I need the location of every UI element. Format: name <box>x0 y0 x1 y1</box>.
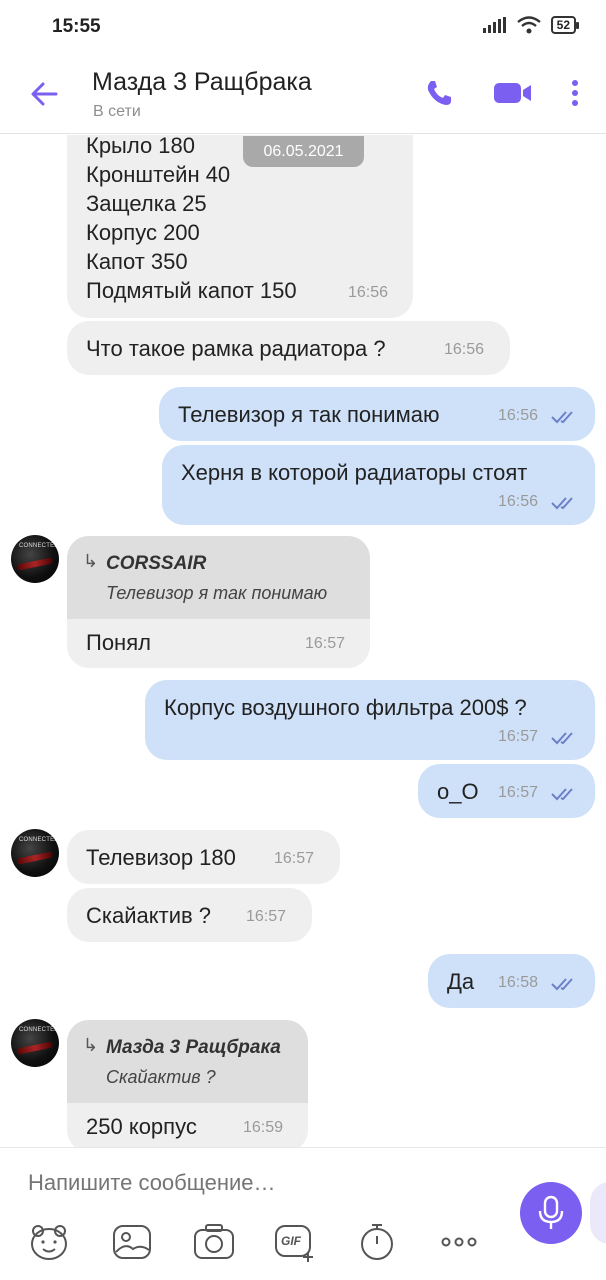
message-line: Корпус 200 <box>86 220 200 245</box>
message-bubble[interactable]: Корпус воздушного фильтра 200$ ? 16:57 <box>145 680 595 760</box>
message-bubble[interactable]: ↳ CORSSAIR Телевизор я так понимаю Понял… <box>67 536 370 668</box>
timer-icon[interactable] <box>356 1222 398 1262</box>
chat-header: Мазда 3 Ращбрака В сети <box>0 54 606 134</box>
message-input[interactable] <box>28 1170 488 1196</box>
quoted-author: CORSSAIR <box>106 553 207 574</box>
quoted-author: Мазда 3 Ращбрака <box>106 1037 281 1058</box>
message-bubble[interactable]: Что такое рамка радиатора ? 16:56 <box>67 321 510 375</box>
quoted-text: Телевизор я так понимаю <box>106 583 328 603</box>
reply-arrow-icon: ↳ <box>83 1035 99 1055</box>
avatar-label: CONNECTED <box>19 837 59 843</box>
gif-icon[interactable]: GIF <box>274 1222 316 1262</box>
avatar[interactable]: CONNECTED <box>11 535 59 583</box>
contact-status: В сети <box>93 103 141 120</box>
composer: GIF <box>0 1147 606 1280</box>
mic-button[interactable] <box>520 1182 582 1244</box>
message-line: Крыло 180 <box>86 135 196 158</box>
more-horiz-icon[interactable] <box>438 1222 480 1262</box>
message-time: 16:57 <box>498 728 539 745</box>
message-bubble[interactable]: о_О 16:57 <box>418 764 595 818</box>
message-time: 16:56 <box>498 407 539 424</box>
status-icons: 52 <box>482 16 580 34</box>
message-time: 16:57 <box>305 635 346 652</box>
message-bubble[interactable]: Херня в которой радиаторы стоят 16:56 <box>162 445 595 525</box>
mic-icon <box>538 1195 564 1229</box>
read-ticks-icon <box>551 788 573 801</box>
status-time: 15:55 <box>52 16 101 37</box>
avatar-label: CONNECTED <box>19 1027 59 1033</box>
gif-label: GIF <box>281 1234 301 1248</box>
message-text: Телевизор я так понимаю <box>178 402 440 427</box>
message-bubble[interactable]: Телевизор я так понимаю 16:56 <box>159 387 595 441</box>
signal-icon <box>482 17 506 33</box>
message-time: 16:56 <box>498 493 539 510</box>
message-line: Подмятый капот 150 <box>86 278 297 303</box>
message-line: Капот 350 <box>86 249 188 274</box>
message-text: 250 корпус <box>86 1114 197 1139</box>
message-text: Скайактив ? <box>86 903 212 928</box>
date-separator: 06.05.2021 <box>243 136 364 167</box>
message-bubble[interactable]: Да 16:58 <box>428 954 595 1008</box>
gallery-icon[interactable] <box>111 1222 153 1262</box>
message-text: Телевизор 180 <box>86 845 236 870</box>
quoted-message[interactable]: ↳ CORSSAIR Телевизор я так понимаю <box>67 536 370 619</box>
message-text: о_О <box>437 779 479 804</box>
quoted-message[interactable]: ↳ Мазда 3 Ращбрака Скайактив ? <box>67 1020 308 1103</box>
message-time: 16:56 <box>444 341 485 358</box>
message-time: 16:57 <box>274 850 315 867</box>
message-line: Защелка 25 <box>86 191 207 216</box>
read-ticks-icon <box>551 732 573 745</box>
reply-arrow-icon: ↳ <box>83 551 99 571</box>
message-text: Что такое рамка радиатора ? <box>86 336 386 361</box>
message-time: 16:56 <box>348 284 389 301</box>
avatar[interactable]: CONNECTED <box>11 829 59 877</box>
message-time: 16:59 <box>243 1119 284 1136</box>
battery-icon: 52 <box>550 16 580 34</box>
message-text: Понял <box>86 630 151 655</box>
status-bar: 15:55 52 <box>0 0 606 54</box>
message-text: Херня в которой радиаторы стоят <box>181 460 528 485</box>
avatar-label: CONNECTED <box>19 543 59 549</box>
sticker-icon[interactable] <box>28 1222 70 1262</box>
wifi-icon <box>516 16 541 34</box>
camera-icon[interactable] <box>193 1222 235 1262</box>
message-time: 16:57 <box>246 908 287 925</box>
read-ticks-icon <box>551 978 573 991</box>
read-ticks-icon <box>551 411 573 424</box>
message-text: Корпус воздушного фильтра 200$ ? <box>164 695 527 720</box>
back-arrow-icon[interactable] <box>26 76 62 112</box>
message-list[interactable]: Крыло 180 Кронштейн 40 Защелка 25 Корпус… <box>0 135 606 1147</box>
contact-name[interactable]: Мазда 3 Ращбрака <box>92 68 312 97</box>
video-icon[interactable] <box>493 78 533 108</box>
quoted-text: Скайактив ? <box>106 1067 216 1087</box>
message-time: 16:57 <box>498 784 539 801</box>
message-bubble[interactable]: Телевизор 180 16:57 <box>67 830 340 884</box>
avatar[interactable]: CONNECTED <box>11 1019 59 1067</box>
read-ticks-icon <box>551 497 573 510</box>
message-line: Кронштейн 40 <box>86 162 231 187</box>
side-peek-panel[interactable] <box>590 1182 606 1244</box>
message-time: 16:58 <box>498 974 539 991</box>
phone-icon[interactable] <box>424 78 454 108</box>
message-bubble[interactable]: Скайактив ? 16:57 <box>67 888 312 942</box>
more-vert-icon[interactable] <box>566 78 584 108</box>
message-bubble[interactable]: ↳ Мазда 3 Ращбрака Скайактив ? 250 корпу… <box>67 1020 308 1147</box>
message-text: Да <box>447 969 475 994</box>
